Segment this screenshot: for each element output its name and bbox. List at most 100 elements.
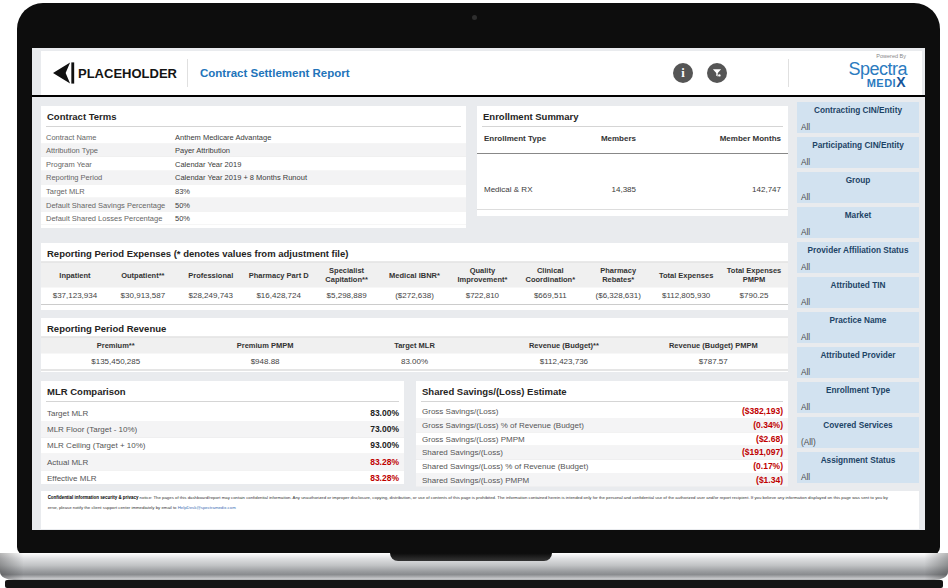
enrollment-data-row: Medical & RX 14,385 142,747 [477,154,788,210]
revenue-column-header: Premium PMPM [190,338,339,354]
contract-terms-row: Default Shared Savings Percentage50% [41,198,466,212]
clear-filter-icon[interactable] [707,63,727,83]
filter-title: Covered Services [797,417,919,430]
separator [482,126,783,127]
filter-title: Assignment Status [797,452,919,465]
laptop-mockup: PLACEHOLDER Contract Settlement Report i… [0,0,948,588]
col-members: Members [601,134,636,143]
mlr-row-value: 83.28% [370,474,404,484]
revenue-value: $135,450,285 [41,357,190,366]
contract-terms-row: Attribution TypePayer Attribution [41,144,466,158]
info-icon[interactable]: i [673,63,693,83]
filter-provider-affiliation-status[interactable]: Provider Affiliation StatusAll [797,242,919,273]
mlr-row-label: MLR Floor (Target - 10%) [41,425,137,434]
filter-covered-services[interactable]: Covered Services(All) [797,417,919,448]
expenses-column-header: Professional [177,263,245,288]
filter-group[interactable]: GroupAll [797,172,919,203]
expenses-value: $669,511 [516,291,584,300]
filter-attributed-provider[interactable]: Attributed Provider All [797,347,919,378]
expenses-column-header: Pharmacy Part D [245,263,313,288]
revenue-column-header: Revenue (Budget) PMPM [639,338,788,354]
mlr-row: MLR Ceiling (Target + 10%)93.00% [41,438,404,454]
revenue-value: $112,423,736 [489,357,638,366]
revenue-value: $948.88 [190,357,339,366]
header-divider-2 [788,59,789,87]
filter-selected-value: All [801,367,810,377]
filter-assignment-status[interactable]: Assignment Status All [797,452,919,483]
filter-selected-value: All [801,297,810,307]
expenses-value: $722,810 [448,291,516,300]
filter-title: Participating CIN/Entity [797,137,919,150]
laptop-bezel: PLACEHOLDER Contract Settlement Report i… [17,3,940,555]
mlr-row: Target MLR83.00% [41,405,404,421]
revenue-title: Reporting Period Revenue [41,318,788,334]
expenses-column-header: Outpatient** [109,263,177,288]
mlr-comparison-card: MLR Comparison Target MLR83.00%MLR Floor… [41,381,404,484]
shared-savings-row-value: (0.17%) [753,461,788,471]
footer-email-link[interactable]: HelpDesk@spectramedix.com [178,505,236,510]
mlr-row-value: 93.00% [370,441,404,451]
filter-title: Attributed Provider [797,347,919,360]
separator [46,126,461,127]
shared-savings-row-label: Gross Savings/(Loss) PMPM [416,434,525,443]
expenses-column-header: Pharmacy Rebates* [584,263,652,288]
filter-enrollment-type[interactable]: Enrollment TypeAll [797,382,919,413]
expenses-column-header: Total Expenses PMPM [720,263,788,288]
mlr-row: Actual MLR83.28% [41,454,404,470]
shared-savings-table: Gross Savings/(Loss)($382,193)Gross Savi… [416,405,788,487]
revenue-value-row: $135,450,285$948.8883.00%$112,423,736$78… [41,354,788,370]
expenses-value: $790.25 [720,291,788,300]
filter-attributed-tin[interactable]: Attributed TINAll [797,277,919,308]
contract-term-label: Attribution Type [41,146,175,155]
revenue-column-header: Premium** [41,338,190,354]
funnel-glyph [713,69,722,78]
filter-selected-value: All [801,472,810,482]
filter-market[interactable]: Market All [797,207,919,238]
filter-participating-cin-entity[interactable]: Participating CIN/EntityAll [797,137,919,168]
expenses-column-header: Inpatient [41,263,109,288]
shared-savings-row: Gross Savings/(Loss) ($382,193) [416,405,788,419]
expenses-value-row: $37,123,934$30,913,587$28,249,743$16,428… [41,288,788,305]
expenses-column-header: Total Expenses [652,263,720,288]
expenses-value: $37,123,934 [41,291,109,300]
mlr-row-label: Actual MLR [41,458,88,467]
mlr-row: MLR Floor (Target - 10%)73.00% [41,421,404,437]
webcam-icon [472,15,477,20]
shared-savings-row-label: Gross Savings/(Loss) [416,407,498,416]
filter-contracting-cin-entity[interactable]: Contracting CIN/EntityAll [797,102,919,133]
shared-savings-row: Shared Savings/(Loss) % of Revenue (Budg… [416,460,788,474]
expenses-card: Reporting Period Expenses (* denotes val… [41,243,788,310]
expenses-value: $112,805,930 [652,291,720,300]
spectramedix-logo: Powered By Spectra MEDIX [807,53,907,90]
placeholder-logo-icon [53,61,75,85]
separator [41,304,788,305]
contract-term-value: Calendar Year 2019 [175,159,241,168]
page-title: Contract Settlement Report [200,51,350,95]
contract-term-label: Default Shared Savings Percentage [41,200,175,209]
shared-savings-row: Shared Savings/(Loss)($191,097) [416,446,788,460]
footer-text-1: notice: The pages of this dashboard/repo… [138,495,887,500]
expenses-value: ($272,638) [381,291,449,300]
filter-selected-value: All [801,227,810,237]
mlr-comparison-title: MLR Comparison [41,381,404,397]
shared-savings-row-value: ($191,097) [742,448,788,458]
revenue-card: Reporting Period Revenue Premium**Premiu… [41,318,788,372]
enrollment-summary-card: Enrollment Summary Enrollment Type Membe… [477,106,788,216]
mlr-row-label: Target MLR [41,408,88,417]
enrollment-summary-title: Enrollment Summary [477,106,788,122]
shared-savings-row-value: ($382,193) [742,407,788,417]
filter-title: Practice Name [797,312,919,325]
shared-savings-card: Shared Savings/(Loss) Estimate Gross Sav… [416,381,788,484]
contract-terms-row: Default Shared Losses Percentage50% [41,212,466,226]
expenses-column-header: Quality Improvement* [448,263,516,288]
header-divider [187,59,188,87]
filter-practice-name[interactable]: Practice NameAll [797,312,919,343]
contract-terms-card: Contract Terms Contract NameAnthem Medic… [41,106,466,228]
col-member-months: Member Months [636,134,788,143]
filter-title: Market [797,207,919,220]
contract-terms-row: Program YearCalendar Year 2019 [41,157,466,171]
filter-title: Contracting CIN/Entity [797,102,919,115]
shared-savings-row-label: Gross Savings/(Loss) % of Revenue (Budge… [416,421,584,430]
separator [46,401,399,402]
filter-title: Provider Affiliation Status [797,242,919,255]
